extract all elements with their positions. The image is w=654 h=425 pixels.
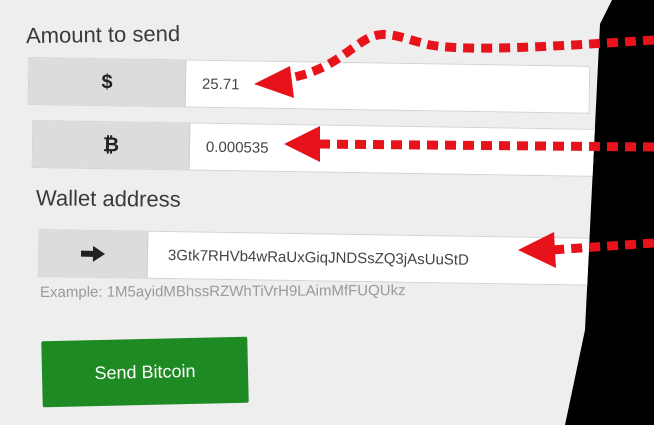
annotation-arrowhead-usd	[254, 66, 294, 98]
annotation-line-btc	[311, 139, 654, 152]
annotation-arrowhead-btc	[284, 126, 320, 162]
annotation-arrowhead-wallet	[518, 232, 556, 268]
annotation-line-wallet	[550, 238, 654, 255]
annotation-line-usd	[289, 29, 654, 83]
annotation-arrows	[254, 29, 654, 268]
